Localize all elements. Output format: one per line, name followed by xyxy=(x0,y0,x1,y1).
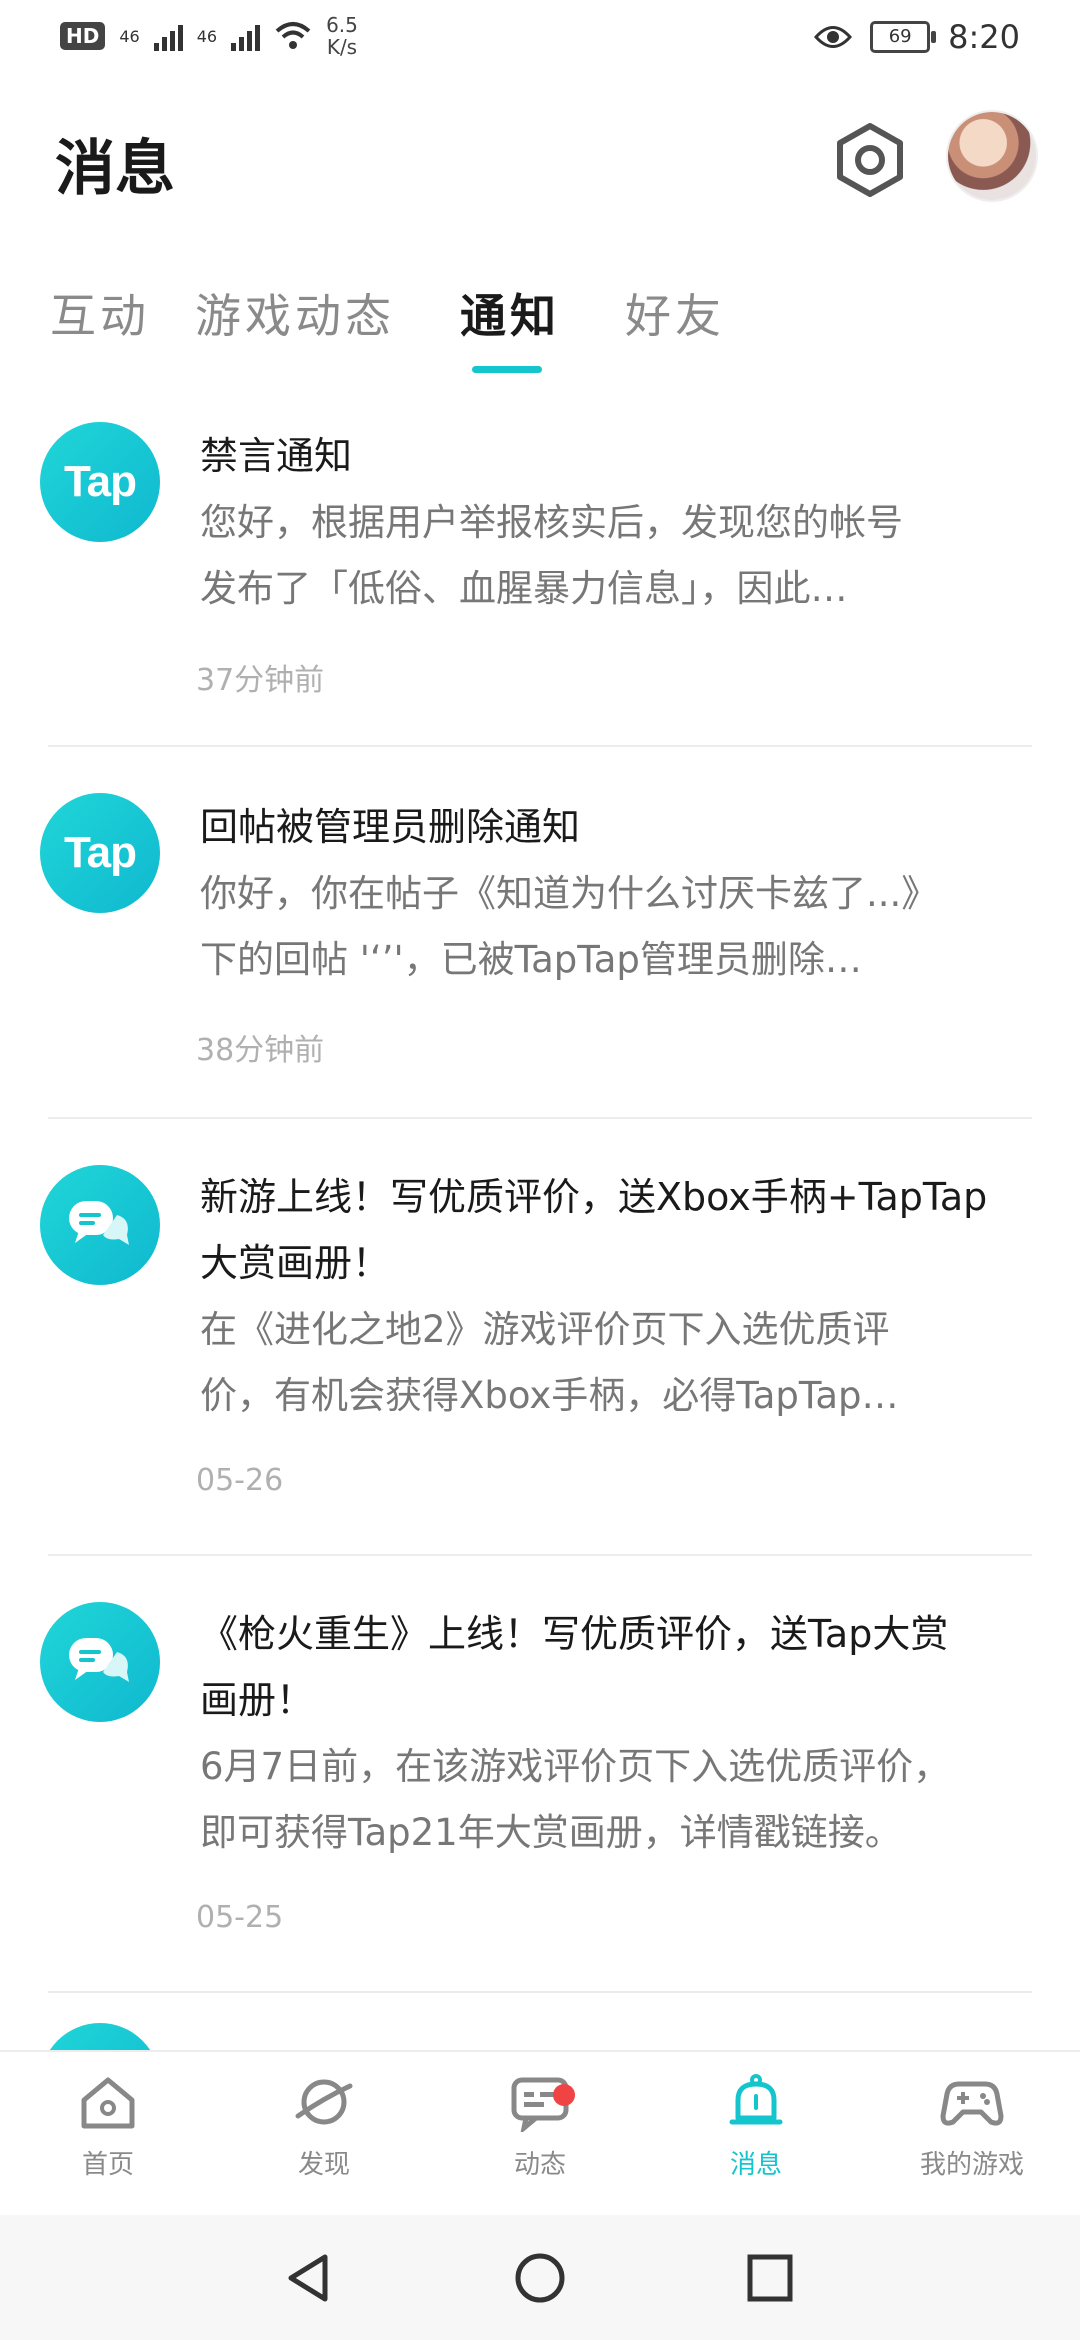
notification-title-line2: 画册！ xyxy=(200,1678,315,1722)
recents-square-icon xyxy=(747,2254,793,2302)
list-item[interactable]: Tap 回帖被管理员删除通知 你好，你在帖子《知道为什么讨厌卡兹了...》 下的… xyxy=(40,747,1032,1119)
list-item[interactable]: 新游上线！写优质评价，送Xbox手柄+TapTap 大赏画册！ 在《进化之地2》… xyxy=(40,1119,1032,1556)
bell-icon xyxy=(729,2074,783,2125)
active-tab-indicator xyxy=(472,366,542,373)
hd-indicator: HD xyxy=(60,22,106,50)
list-item[interactable]: 《枪火重生》上线！写优质评价，送Tap大赏 画册！ 6月7日前，在该游戏评价页下… xyxy=(40,1556,1032,1993)
status-right: 69 8:20 xyxy=(814,18,1020,56)
nav-home[interactable]: 首页 xyxy=(0,2072,216,2181)
planet-icon xyxy=(295,2079,353,2125)
tap-logo-icon: Tap xyxy=(40,793,160,913)
nav-label: 首页 xyxy=(81,2150,134,2180)
notification-title-line1: 《枪火重生》上线！写优质评价，送Tap大赏 xyxy=(200,1612,949,1656)
page-title: 消息 xyxy=(55,134,175,204)
battery-icon: 69 xyxy=(870,21,937,53)
tap-logo-text: Tap xyxy=(64,828,137,877)
wifi-icon xyxy=(275,22,311,49)
nav-discover[interactable]: 发现 xyxy=(216,2072,432,2181)
message-bubble-icon xyxy=(40,1602,160,1722)
home-circle-icon xyxy=(515,2253,565,2303)
avatar[interactable] xyxy=(948,112,1036,200)
system-home-button[interactable] xyxy=(513,2251,567,2309)
notification-badge xyxy=(553,2084,575,2106)
tap-logo-icon: Tap xyxy=(40,422,160,542)
nav-my-games[interactable]: 我的游戏 xyxy=(864,2072,1080,2181)
sim2-label: 46 xyxy=(196,26,218,46)
notification-time: 05-26 xyxy=(196,1463,284,1498)
notification-time: 38分钟前 xyxy=(196,1033,325,1068)
status-left: HD 46 46 6.5 K/s xyxy=(60,14,358,58)
system-nav-bar xyxy=(0,2215,1080,2340)
speed-unit: K/s xyxy=(326,35,358,59)
nav-label: 我的游戏 xyxy=(919,2150,1024,2180)
message-bubble-icon xyxy=(40,1165,160,1285)
nav-feed[interactable]: 动态 xyxy=(432,2072,648,2181)
settings-button[interactable] xyxy=(830,120,910,200)
notification-body-line2: 即可获得Tap21年大赏画册，详情戳链接。 xyxy=(200,1811,902,1854)
speed-value: 6.5 xyxy=(326,13,358,37)
nav-label: 消息 xyxy=(729,2150,782,2180)
settings-icon xyxy=(837,123,903,197)
notification-body-line1: 您好，根据用户举报核实后，发现您的帐号 xyxy=(200,501,903,544)
notification-body-line2: 下的回帖 '‘’'，已被TapTap管理员删除… xyxy=(200,938,862,981)
bottom-nav: 首页 发现 动态 消息 我的游戏 xyxy=(0,2050,1080,2217)
notification-title: 禁言通知 xyxy=(200,434,353,478)
notification-body-line1: 你好，你在帖子《知道为什么讨厌卡兹了...》 xyxy=(200,872,939,915)
notification-title: 回帖被管理员删除通知 xyxy=(200,805,581,849)
nav-label: 动态 xyxy=(513,2150,566,2180)
clock: 8:20 xyxy=(948,18,1020,56)
tap-logo-text: Tap xyxy=(64,457,137,506)
home-icon xyxy=(81,2077,135,2129)
list-item-partial[interactable] xyxy=(0,1993,1080,2143)
network-speed: 6.5 K/s xyxy=(326,14,358,58)
notification-title-line2: 大赏画册！ xyxy=(200,1241,391,1285)
system-recents-button[interactable] xyxy=(745,2251,795,2309)
system-back-button[interactable] xyxy=(283,2251,333,2309)
tab-interaction[interactable]: 互动 xyxy=(50,280,150,346)
tab-bar: 互动 游戏动态 通知 好友 xyxy=(0,270,1080,380)
gamepad-icon xyxy=(940,2081,1004,2126)
back-triangle-icon xyxy=(288,2254,328,2302)
notification-title-line1: 新游上线！写优质评价，送Xbox手柄+TapTap xyxy=(200,1175,988,1219)
tab-game-updates[interactable]: 游戏动态 xyxy=(195,280,395,346)
notification-body-line1: 在《进化之地2》游戏评价页下入选优质评 xyxy=(200,1308,890,1351)
notification-time: 05-25 xyxy=(196,1900,284,1935)
notification-body-line2: 发布了「低俗、血腥暴力信息」，因此… xyxy=(200,567,848,610)
notification-list: Tap 禁言通知 您好，根据用户举报核实后，发现您的帐号 发布了「低俗、血腥暴力… xyxy=(0,400,1080,2143)
status-bar: HD 46 46 6.5 K/s 69 8:20 xyxy=(0,0,1080,80)
notification-body-line2: 价，有机会获得Xbox手柄，必得TapTap… xyxy=(200,1374,899,1417)
nav-messages[interactable]: 消息 xyxy=(648,2072,864,2181)
notification-time: 37分钟前 xyxy=(196,663,325,698)
nav-label: 发现 xyxy=(297,2150,350,2180)
notification-body-line1: 6月7日前，在该游戏评价页下入选优质评价， xyxy=(200,1745,951,1788)
tab-notifications[interactable]: 通知 xyxy=(460,280,560,346)
signal-icon-2 xyxy=(231,21,261,51)
tab-friends[interactable]: 好友 xyxy=(625,280,725,346)
list-item[interactable]: Tap 禁言通知 您好，根据用户举报核实后，发现您的帐号 发布了「低俗、血腥暴力… xyxy=(40,400,1032,747)
eye-icon xyxy=(814,26,853,48)
signal-icon xyxy=(153,21,183,51)
sim1-label: 46 xyxy=(119,26,140,46)
